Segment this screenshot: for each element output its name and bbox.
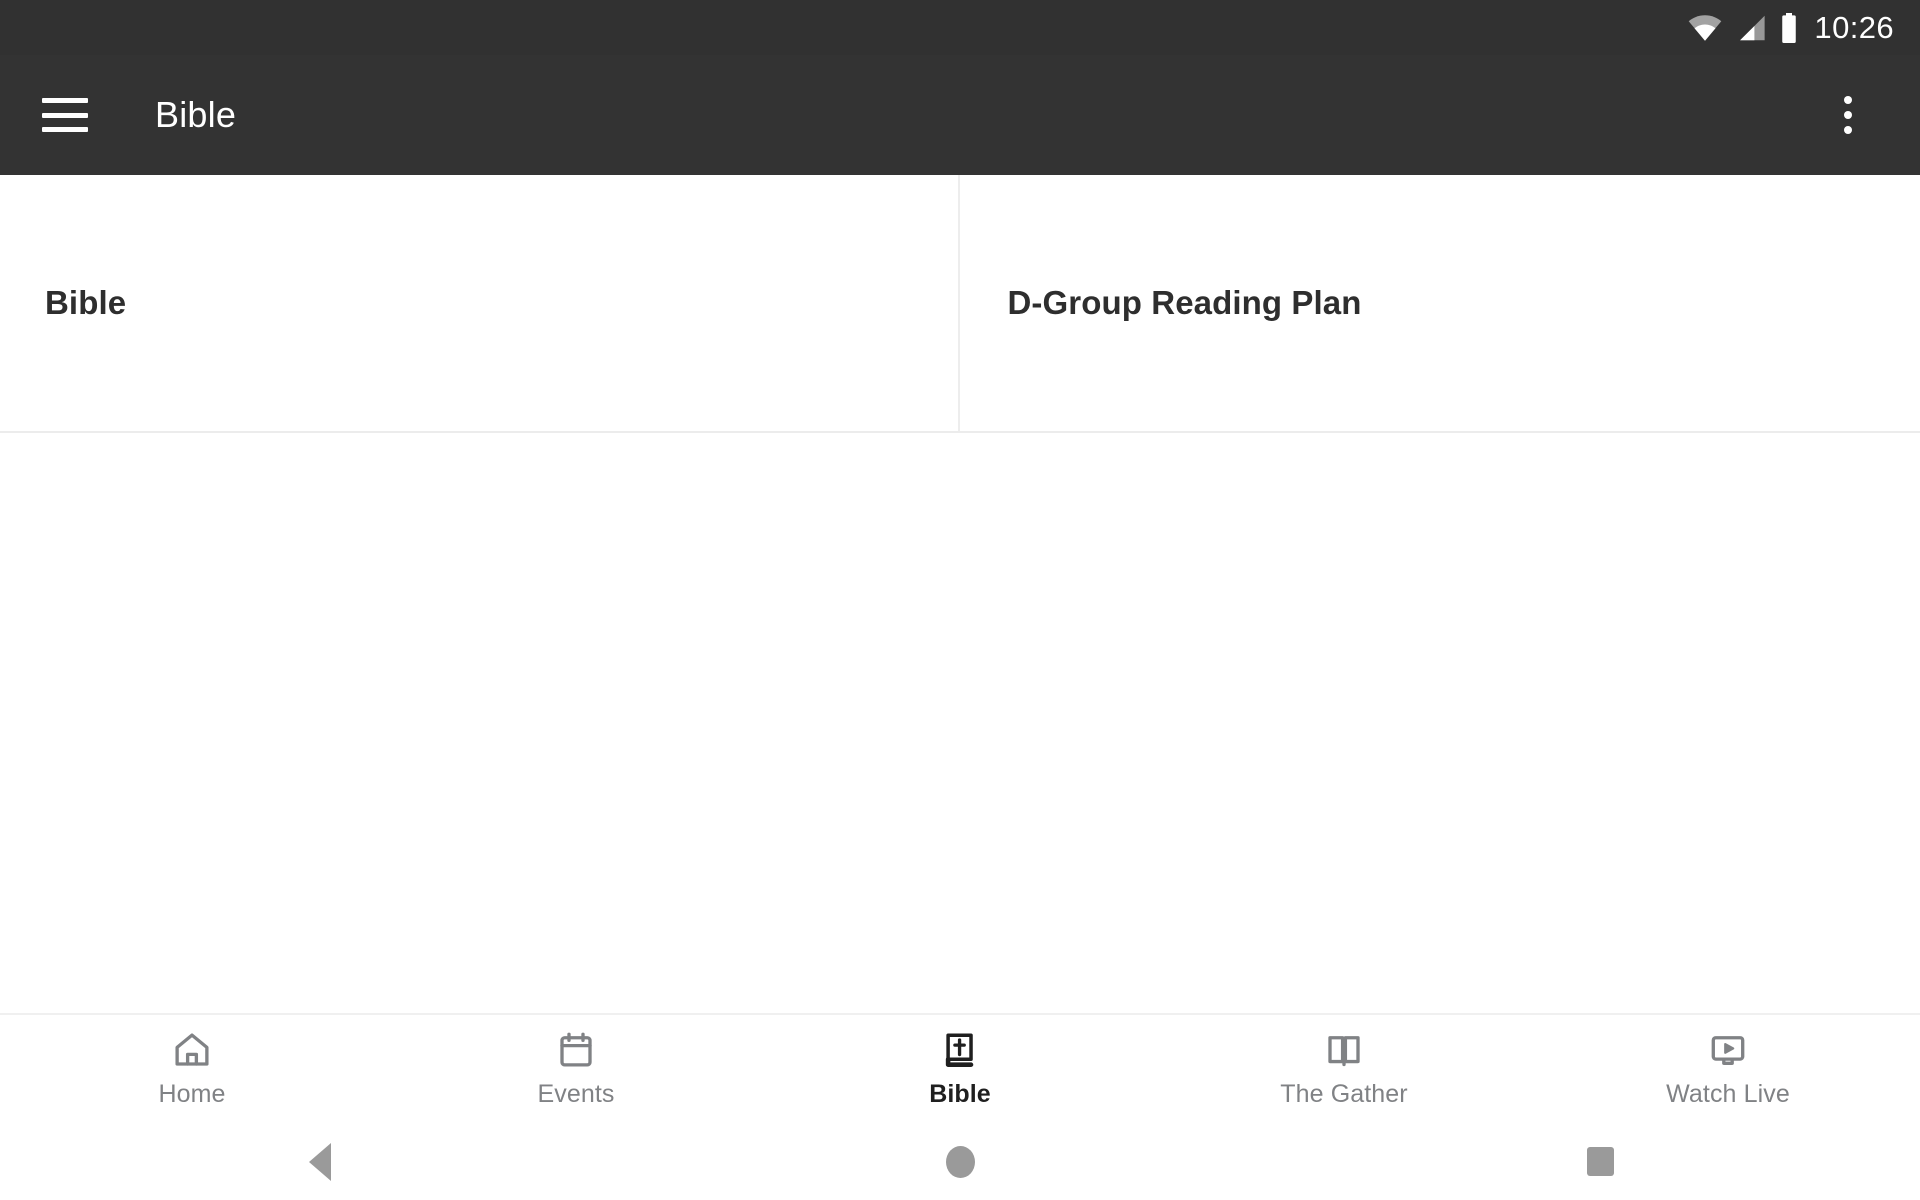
overflow-dot	[1844, 96, 1852, 104]
back-triangle-icon	[309, 1142, 331, 1181]
overflow-dot	[1844, 126, 1852, 134]
nav-label: Home	[158, 1080, 226, 1108]
nav-label: Watch Live	[1666, 1080, 1790, 1108]
nav-label: Bible	[929, 1080, 991, 1108]
nav-label: The Gather	[1280, 1080, 1408, 1108]
home-icon	[175, 1033, 209, 1066]
list-item-dgroup-reading-plan[interactable]: D-Group Reading Plan	[957, 175, 1920, 431]
bible-cell-row: Bible D-Group Reading Plan	[0, 175, 1920, 433]
recents-square-icon	[1586, 1147, 1614, 1176]
overflow-menu-icon[interactable]	[1818, 80, 1878, 150]
status-bar: 10:26	[0, 0, 1920, 55]
status-time: 10:26	[1814, 9, 1894, 45]
nav-item-bible[interactable]: Bible	[768, 1029, 1152, 1109]
home-circle-icon	[945, 1145, 975, 1178]
main-content: Bible D-Group Reading Plan	[0, 175, 1920, 1013]
system-back-button[interactable]	[0, 1142, 640, 1181]
cell-signal-icon	[1740, 15, 1766, 40]
app-bar: Bible	[0, 55, 1920, 175]
app-screen: 10:26 Bible Bible D-Group Reading Plan H…	[0, 0, 1920, 1200]
system-recents-button[interactable]	[1280, 1147, 1920, 1176]
app-bar-title: Bible	[155, 94, 237, 135]
nav-label: Events	[537, 1080, 615, 1108]
list-item-bible[interactable]: Bible	[0, 175, 958, 431]
bible-book-icon	[945, 1033, 974, 1067]
android-system-nav	[0, 1123, 1920, 1200]
list-item-title: D-Group Reading Plan	[1007, 284, 1362, 321]
list-item-title: Bible	[45, 284, 127, 321]
video-monitor-icon	[1711, 1036, 1745, 1065]
hamburger-bar	[42, 112, 88, 118]
nav-item-watch-live[interactable]: Watch Live	[1536, 1029, 1920, 1109]
wifi-icon	[1689, 14, 1722, 41]
battery-icon	[1782, 12, 1797, 43]
open-book-icon	[1328, 1036, 1360, 1067]
calendar-icon	[560, 1032, 592, 1067]
bottom-navigation-bar: Home Events Bible The Gather Watch Live	[0, 1013, 1920, 1123]
nav-item-the-gather[interactable]: The Gather	[1152, 1029, 1536, 1109]
nav-item-home[interactable]: Home	[0, 1029, 384, 1109]
system-home-button[interactable]	[640, 1145, 1280, 1178]
hamburger-bar	[42, 127, 88, 132]
hamburger-menu-icon[interactable]	[42, 98, 88, 132]
hamburger-bar	[42, 98, 88, 103]
status-icons	[1688, 12, 1798, 43]
overflow-dot	[1844, 111, 1852, 119]
nav-item-events[interactable]: Events	[384, 1029, 768, 1109]
